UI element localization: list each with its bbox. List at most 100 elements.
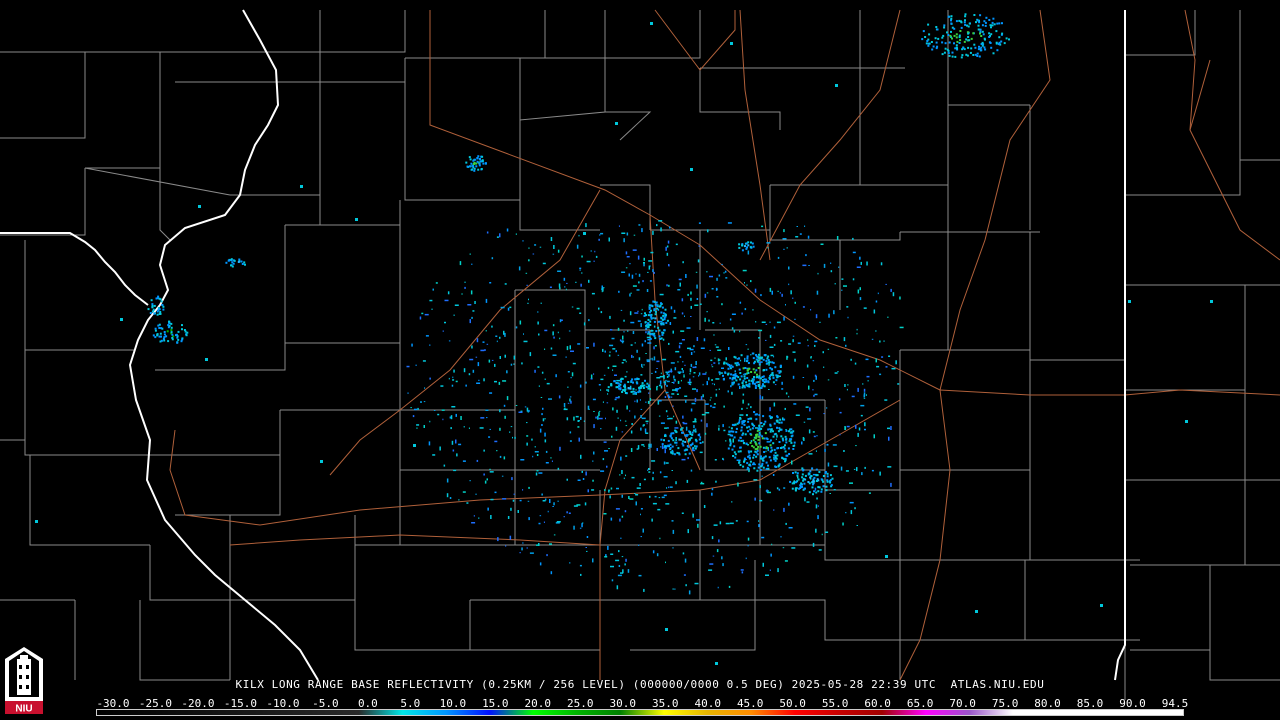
echo-cell-pixel <box>153 304 156 307</box>
echo-pixel <box>491 359 494 361</box>
echo-cell-pixel <box>230 264 232 267</box>
echo-cell-pixel <box>661 306 664 309</box>
echo-cell-pixel <box>762 415 765 418</box>
echo-cell-pixel <box>734 362 737 365</box>
county-line <box>650 229 701 330</box>
echo-cell-pixel <box>826 475 829 478</box>
echo-pixel <box>710 405 712 408</box>
echo-cell-pixel <box>776 447 779 450</box>
echo-cell-pixel <box>982 33 985 36</box>
echo-cell-pixel <box>817 486 820 489</box>
echo-cell-pixel <box>829 481 832 484</box>
echo-pixel <box>573 416 575 421</box>
echo-cell-pixel <box>941 53 944 56</box>
echo-pixel <box>512 436 513 439</box>
echo-pixel <box>754 288 757 293</box>
echo-pixel <box>702 383 704 386</box>
echo-pixel <box>468 373 471 376</box>
echo-pixel <box>739 301 742 304</box>
echo-pixel <box>656 224 658 227</box>
echo-pixel <box>719 374 721 376</box>
echo-pixel <box>616 487 619 490</box>
echo-cell-pixel <box>826 472 829 475</box>
echo-cell-pixel <box>644 312 646 315</box>
echo-cell-pixel <box>688 439 691 442</box>
echo-cell-pixel <box>669 435 672 438</box>
echo-pixel <box>679 387 681 389</box>
echo-pixel <box>489 282 492 284</box>
echo-pixel <box>486 343 489 345</box>
echo-pixel <box>600 389 602 391</box>
echo-cell-pixel <box>468 156 471 159</box>
echo-cell-pixel <box>752 378 755 381</box>
echo-pixel <box>688 590 691 595</box>
echo-cell-pixel <box>742 379 745 382</box>
echo-pixel <box>796 226 798 227</box>
echo-pixel <box>503 456 506 460</box>
echo-pixel <box>830 270 833 273</box>
echo-pixel <box>592 479 594 482</box>
echo-pixel <box>585 223 587 228</box>
echo-pixel <box>483 349 486 351</box>
echo-pixel <box>788 502 790 506</box>
echo-pixel <box>553 336 555 339</box>
echo-pixel <box>785 392 788 395</box>
echo-pixel <box>577 479 581 481</box>
echo-pixel <box>528 259 530 262</box>
echo-cell-pixel <box>747 430 749 433</box>
echo-pixel <box>638 544 640 546</box>
echo-pixel <box>638 357 641 361</box>
echo-pixel <box>841 278 844 280</box>
echo-pixel <box>563 408 568 411</box>
echo-pixel <box>839 433 841 436</box>
echo-pixel <box>727 390 729 393</box>
echo-pixel <box>569 431 572 434</box>
echo-pixel <box>510 363 513 366</box>
echo-cell-pixel <box>733 355 736 358</box>
echo-pixel <box>645 432 649 434</box>
echo-pixel <box>547 510 549 513</box>
echo-pixel <box>519 499 522 502</box>
echo-pixel <box>781 293 783 297</box>
echo-pixel <box>502 498 507 500</box>
echo-pixel <box>645 401 647 403</box>
echo-pixel <box>671 393 675 395</box>
echo-cell-pixel <box>647 331 650 334</box>
echo-pixel <box>781 381 783 385</box>
echo-cell-pixel <box>753 376 755 378</box>
echo-cell-pixel <box>797 478 800 481</box>
echo-pixel <box>691 402 696 405</box>
echo-pixel <box>598 410 601 412</box>
echo-cell-pixel <box>753 411 756 413</box>
echo-pixel <box>711 379 713 381</box>
echo-pixel <box>624 375 627 378</box>
echo-cell-pixel <box>644 321 647 324</box>
echo-pixel <box>856 525 858 526</box>
echo-pixel <box>593 424 595 429</box>
echo-cell-pixel <box>785 437 788 440</box>
echo-pixel <box>594 250 596 253</box>
echo-pixel <box>643 262 645 264</box>
echo-pixel <box>464 281 466 283</box>
echo-pixel <box>832 444 837 446</box>
echo-cell-pixel <box>647 318 650 321</box>
echo-cell-pixel <box>935 41 938 44</box>
echo-cell-pixel <box>793 441 796 444</box>
echo-pixel <box>621 431 624 433</box>
echo-pixel <box>682 261 684 264</box>
echo-cell-pixel <box>977 48 980 51</box>
echo-cell-pixel <box>784 435 787 438</box>
echo-pixel <box>814 487 817 491</box>
echo-pixel <box>652 230 654 235</box>
echo-cell-pixel <box>991 24 994 27</box>
echo-pixel <box>656 448 658 451</box>
echo-pixel <box>784 407 786 410</box>
echo-pixel <box>642 528 644 533</box>
echo-pixel <box>865 358 869 361</box>
echo-pixel <box>633 234 636 236</box>
echo-cell-pixel <box>749 428 752 431</box>
echo-cell-pixel <box>751 352 754 355</box>
echo-cell-pixel <box>936 28 939 31</box>
echo-cell-pixel <box>648 311 651 314</box>
echo-pixel <box>812 431 815 433</box>
